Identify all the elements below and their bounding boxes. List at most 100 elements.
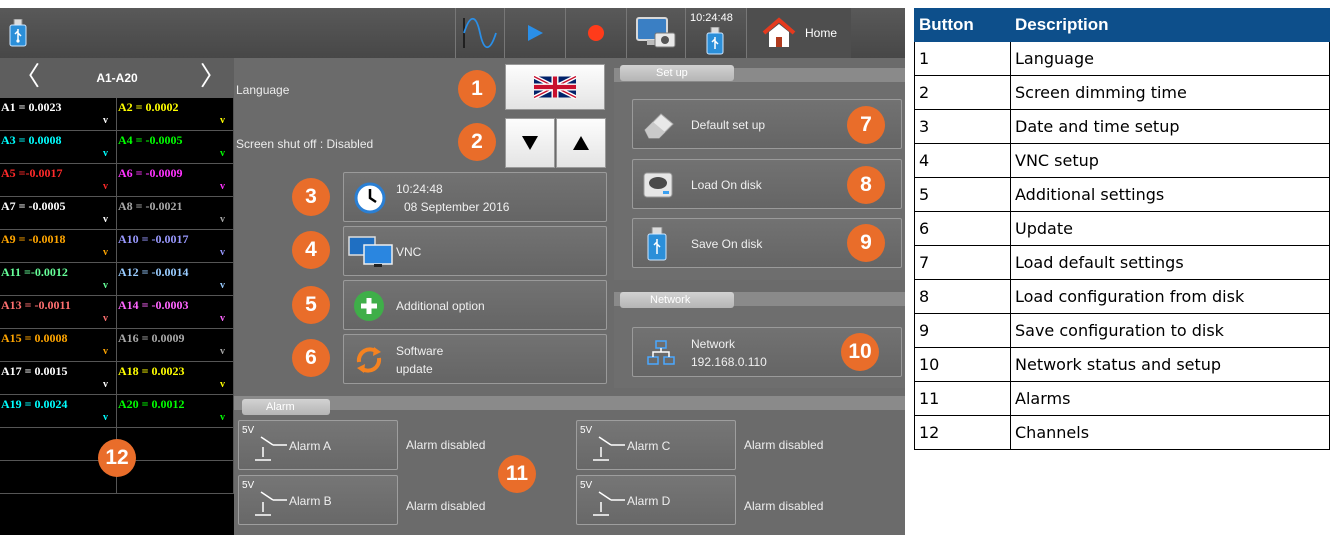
alarm-button[interactable]: 5V Alarm C (576, 420, 736, 470)
date-time-button[interactable]: 10:24:48 08 September 2016 (343, 172, 607, 222)
channel-value: A14 = -0.0003 (118, 298, 189, 312)
alarm-name: Alarm C (627, 439, 671, 453)
channel-unit: v (103, 115, 108, 126)
usb-drive-icon[interactable] (4, 8, 32, 58)
legend-description: Language (1010, 41, 1330, 76)
decrease-button[interactable] (505, 118, 555, 168)
channel-cell[interactable]: A4 = -0.0005 v (117, 131, 234, 164)
sine-wave-icon[interactable] (456, 8, 504, 58)
home-button[interactable]: Home (746, 8, 851, 58)
channel-value: A8 = -0.0021 (118, 199, 183, 213)
channel-cell[interactable]: A16 = 0.0009 v (117, 329, 234, 362)
callout-badge: 2 (458, 123, 496, 161)
channel-cell[interactable]: A15 = 0.0008 v (0, 329, 117, 362)
channel-cell[interactable]: A8 = -0.0021 v (117, 197, 234, 230)
additional-option-label: Additional option (396, 299, 485, 313)
callout-badge: 3 (292, 178, 330, 216)
device-screen: 10:24:48 Home A1-A20 〈 〉 A1 = 0.0023 v A2 … (0, 8, 905, 535)
alarm-status: Alarm disabled (406, 438, 486, 452)
software-update-button[interactable]: Software update (343, 334, 607, 384)
triangle-down-icon (522, 136, 538, 150)
uk-flag-icon (534, 75, 576, 99)
legend-description: Screen dimming time (1010, 75, 1330, 110)
legend-button-number: 4 (914, 143, 1011, 178)
vnc-button[interactable]: VNC (343, 226, 607, 276)
channel-cell[interactable]: A10 = -0.0017 v (117, 230, 234, 263)
callout-badge: 4 (292, 231, 330, 269)
channel-value: A19 = 0.0024 (1, 397, 68, 411)
chevron-right-icon[interactable]: 〉 (200, 64, 226, 90)
channel-cell-empty[interactable] (117, 461, 234, 494)
channel-unit: v (103, 412, 108, 423)
default-setup-label: Default set up (691, 118, 766, 132)
legend-button-number: 1 (914, 41, 1011, 76)
save-on-disk-label: Save On disk (691, 237, 763, 251)
setup-section-label: Set up (620, 65, 734, 81)
channel-cell[interactable]: A13 = -0.0011 v (0, 296, 117, 329)
channel-unit: v (103, 379, 108, 390)
legend-row: 4 VNC setup (914, 143, 1330, 178)
record-icon[interactable] (566, 8, 626, 58)
channel-value: A3 = 0.0008 (1, 133, 62, 147)
channel-cell[interactable]: A17 = 0.0015 v (0, 362, 117, 395)
channel-cell[interactable]: A7 = -0.0005 v (0, 197, 117, 230)
legend-button-number: 5 (914, 177, 1011, 212)
channel-cell[interactable]: A18 = 0.0023 v (117, 362, 234, 395)
chevron-left-icon[interactable]: 〈 (14, 64, 40, 90)
channel-cell[interactable]: A2 = 0.0002 v (117, 98, 234, 131)
language-button[interactable] (505, 64, 605, 110)
channel-value: A10 = -0.0017 (118, 232, 189, 246)
channel-cell[interactable]: A6 = -0.0009 v (117, 164, 234, 197)
legend-row: 6 Update (914, 211, 1330, 246)
alarm-button[interactable]: 5V Alarm B (238, 475, 398, 525)
disk-drive-icon (643, 172, 673, 198)
screenshot-monitor-icon[interactable] (627, 8, 685, 58)
alarm-button[interactable]: 5V Alarm A (238, 420, 398, 470)
callout-badge: 11 (498, 455, 536, 493)
refresh-icon (356, 347, 382, 373)
callout-badge: 12 (98, 439, 136, 477)
channel-cell[interactable]: A1 = 0.0023 v (0, 98, 117, 131)
clock-display: 10:24:48 (690, 12, 733, 24)
legend-button-number: 8 (914, 279, 1011, 314)
language-label: Language (236, 83, 290, 97)
channel-value: A1 = 0.0023 (1, 100, 62, 114)
usb-drive-icon (647, 227, 667, 261)
alarm-voltage-label: 5V (242, 425, 255, 436)
vnc-label: VNC (396, 245, 422, 259)
channel-cell[interactable]: A5 =-0.0017 v (0, 164, 117, 197)
legend-button-number: 10 (914, 347, 1011, 382)
channel-cell[interactable]: A19 = 0.0024 v (0, 395, 117, 428)
legend-description: Network status and setup (1010, 347, 1330, 382)
usb-drive-icon[interactable] (700, 24, 730, 58)
legend-description: Alarms (1010, 381, 1330, 416)
legend-button-number: 6 (914, 211, 1011, 246)
channel-unit: v (220, 115, 225, 126)
channel-value: A13 = -0.0011 (1, 298, 71, 312)
channel-cell[interactable]: A3 = 0.0008 v (0, 131, 117, 164)
channel-unit: v (103, 148, 108, 159)
legend-button-number: 9 (914, 313, 1011, 348)
channel-unit: v (220, 247, 225, 258)
legend-header-button: Button (914, 8, 1011, 42)
increase-button[interactable] (556, 118, 606, 168)
channel-unit: v (103, 181, 108, 192)
legend-row: 8 Load configuration from disk (914, 279, 1330, 314)
screen-shutoff-label: Screen shut off : Disabled (236, 137, 374, 151)
play-icon[interactable] (505, 8, 565, 58)
legend-description: Additional settings (1010, 177, 1330, 212)
channel-value: A9 = -0.0018 (1, 232, 66, 246)
callout-badge: 9 (847, 224, 885, 262)
channel-unit: v (220, 148, 225, 159)
channel-value: A6 = -0.0009 (118, 166, 183, 180)
channel-cell[interactable]: A20 = 0.0012 v (117, 395, 234, 428)
alarm-button[interactable]: 5V Alarm D (576, 475, 736, 525)
channel-cell[interactable]: A11 =-0.0012 v (0, 263, 117, 296)
channel-cell[interactable]: A9 = -0.0018 v (0, 230, 117, 263)
legend-description: VNC setup (1010, 143, 1330, 178)
additional-option-button[interactable]: Additional option (343, 280, 607, 330)
channel-cell[interactable]: A14 = -0.0003 v (117, 296, 234, 329)
home-label: Home (804, 26, 837, 40)
channel-cell[interactable]: A12 = -0.0014 v (117, 263, 234, 296)
load-on-disk-label: Load On disk (691, 178, 762, 192)
